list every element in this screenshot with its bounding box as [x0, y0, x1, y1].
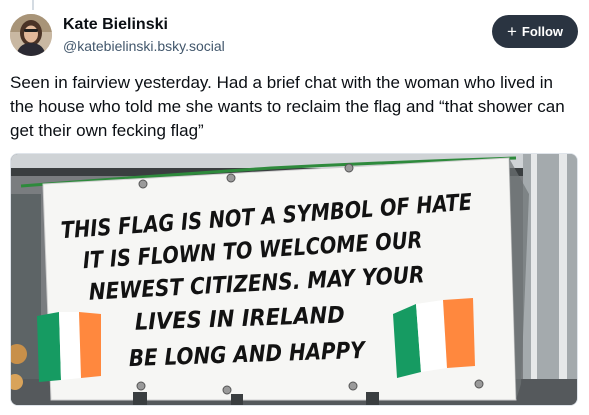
thread-line	[32, 0, 34, 10]
author-handle[interactable]: @katebielinski.bsky.social	[63, 38, 225, 55]
author-display-name[interactable]: Kate Bielinski	[63, 15, 225, 34]
post-view: Kate Bielinski @katebielinski.bsky.socia…	[0, 0, 589, 415]
irish-flag-left	[37, 312, 101, 382]
follow-button-label: Follow	[521, 24, 564, 39]
avatar[interactable]	[10, 14, 52, 56]
author-block: Kate Bielinski @katebielinski.bsky.socia…	[63, 15, 225, 55]
avatar-image	[10, 14, 52, 56]
plus-icon: +	[506, 21, 517, 41]
follow-button[interactable]: + Follow	[492, 15, 578, 48]
banner-photo: THIS FLAG IS NOT A SYMBOL OF HATE IT IS …	[11, 154, 577, 405]
post-image[interactable]: THIS FLAG IS NOT A SYMBOL OF HATE IT IS …	[10, 153, 578, 406]
irish-flag-right	[393, 298, 475, 378]
post-text: Seen in fairview yesterday. Had a brief …	[10, 73, 565, 140]
